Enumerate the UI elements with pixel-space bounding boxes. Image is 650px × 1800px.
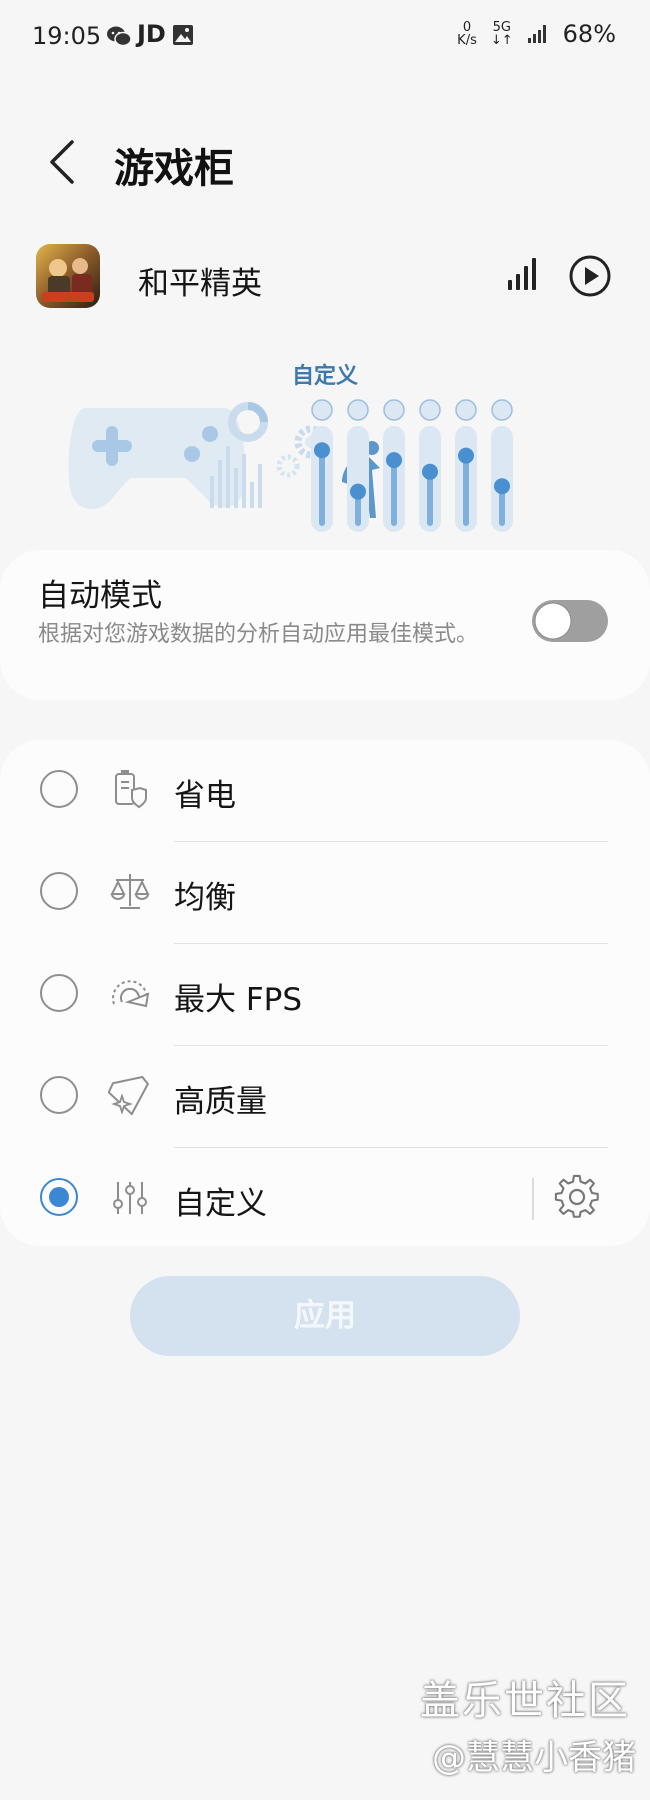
auto-mode-description: 根据对您游戏数据的分析自动应用最佳模式。 [38,622,479,647]
slider-fill [427,471,433,526]
cell-signal-icon [527,25,546,43]
apply-button[interactable]: 应用 [130,1276,520,1356]
mode-label: 自定义 [174,1186,267,1222]
sliders-group [311,399,513,532]
net-speed: 0 K/s [457,20,477,48]
auto-mode-title: 自动模式 [38,578,162,614]
mode-label: 省电 [174,778,236,814]
network-type: 5G ↓↑ [490,20,513,48]
auto-mode-card: 自动模式 根据对您游戏数据的分析自动应用最佳模式。 [0,550,650,700]
performance-illustration [68,399,513,532]
game-app-icon [36,244,100,308]
slider-knob [422,463,438,480]
status-bar: 19:05 JD 0 K/s 5G ↓↑ 68% [0,0,650,74]
vertical-separator [532,1178,534,1220]
slider-knob [494,478,510,495]
chevron-left-icon[interactable] [44,138,80,186]
thermometer-icon [347,399,369,421]
display-icon [383,399,405,421]
battery-percent: 68% [562,20,616,48]
scale-balance-icon [110,874,150,909]
battery-shield-icon [115,770,147,809]
watermark-community: 盖乐世社区 [420,1678,630,1724]
game-name: 和平精英 [138,266,262,302]
mode-row-power-saving[interactable]: 省电 [0,740,650,842]
mode-label: 高质量 [174,1084,267,1120]
status-time: 19:05 [32,22,102,50]
mode-row-high-quality[interactable]: 高质量 [0,1046,650,1148]
slider-knob [458,447,474,464]
gear-icon[interactable] [554,1174,600,1220]
slider-fill [463,455,469,526]
mode-row-balanced[interactable]: 均衡 [0,842,650,944]
wechat-icon [107,26,132,47]
mode-row-custom[interactable]: 自定义 [0,1148,650,1250]
trend-icon [491,399,513,421]
battery-icon [311,399,333,421]
mode-row-max-fps[interactable]: 最大 FPS [0,944,650,1046]
radio-balanced[interactable] [40,872,78,910]
mode-label: 均衡 [174,880,236,916]
jd-icon: JD [137,20,166,48]
signal-bars-icon[interactable] [502,254,542,294]
cpu-icon [419,399,441,421]
sliders-icon [113,1182,147,1214]
gem-sparkle-icon [108,1075,150,1116]
memory-icon [455,399,477,421]
page-title: 游戏柜 [114,146,234,192]
slider-fill [319,450,325,526]
play-circle-icon[interactable] [568,254,612,298]
speedometer-icon [112,980,150,1008]
toggle-knob [534,602,572,640]
radio-high-quality[interactable] [40,1076,78,1114]
auto-mode-toggle[interactable] [532,600,608,642]
status-right: 0 K/s 5G ↓↑ 68% [457,20,616,48]
slider-knob [314,442,330,459]
slider-knob [386,452,402,469]
radio-max-fps[interactable] [40,974,78,1012]
mode-label: 最大 FPS [174,982,303,1018]
radio-power-saving[interactable] [40,770,78,808]
gallery-icon [173,25,193,45]
slider-knob [350,483,366,500]
radio-custom[interactable] [40,1178,78,1216]
watermark-author: @慧慧小香猪 [432,1738,636,1778]
current-mode-label: 自定义 [291,364,358,389]
slider-fill [391,460,397,526]
modes-card: 省电 均衡 最大 FPS 高质量 自定义 [0,740,650,1246]
